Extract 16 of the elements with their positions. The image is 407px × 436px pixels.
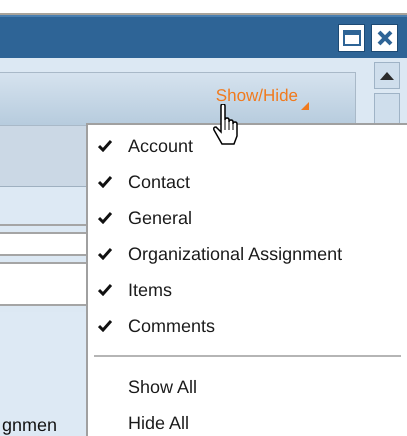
- menu-item[interactable]: General: [88, 200, 407, 236]
- menu-item[interactable]: Comments: [88, 308, 407, 344]
- menu-item[interactable]: Account: [88, 128, 407, 164]
- maximize-button[interactable]: [338, 24, 365, 52]
- maximize-icon: [342, 30, 360, 46]
- menu-item[interactable]: Organizational Assignment: [88, 236, 407, 272]
- menu-item[interactable]: Hide All: [88, 405, 190, 436]
- up-arrow-icon: [380, 72, 394, 80]
- section-label: gnmen: [1, 415, 58, 435]
- menu-item[interactable]: Show All: [88, 369, 198, 405]
- scroll-up-button[interactable]: [374, 62, 400, 89]
- close-button[interactable]: [371, 24, 398, 52]
- menu-item[interactable]: Contact: [88, 164, 407, 200]
- menu-item[interactable]: Items: [88, 272, 407, 308]
- dropdown-triangle-icon: [301, 102, 309, 110]
- close-icon: [376, 30, 392, 46]
